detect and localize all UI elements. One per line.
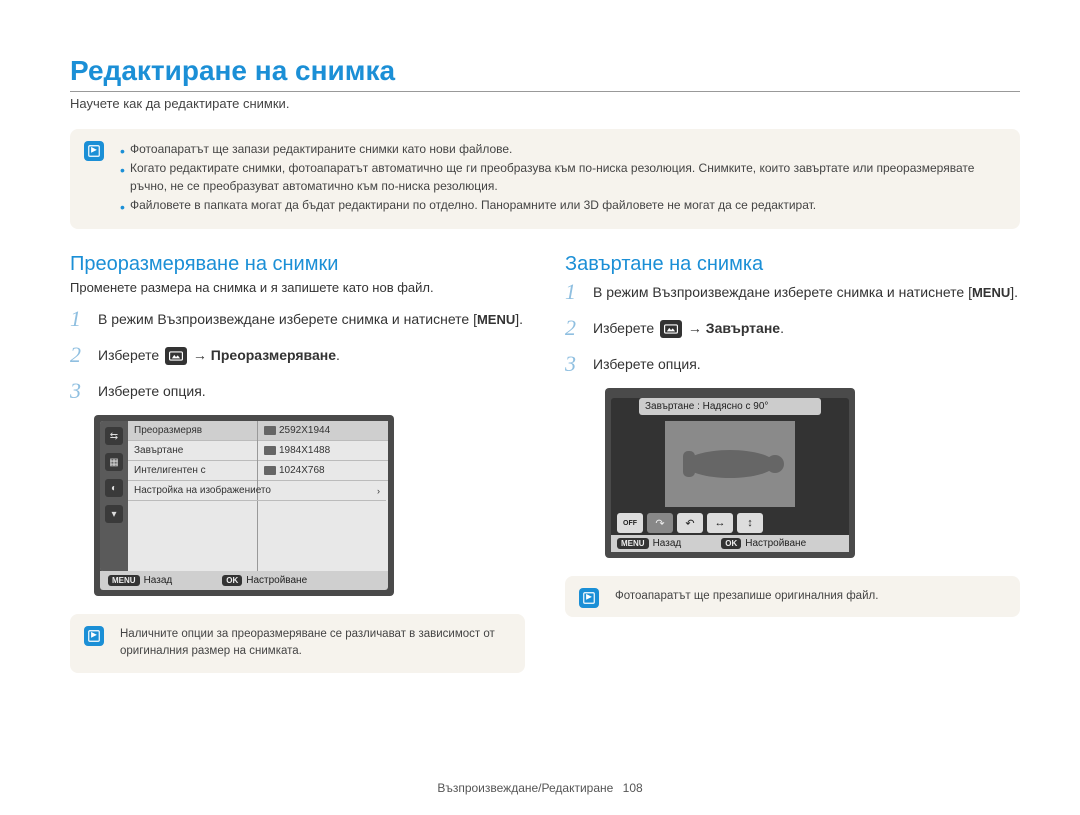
section-title-rotate: Завъртане на снимка [565, 253, 1020, 276]
arrow: → [189, 347, 211, 363]
step-text: Изберете опция. [593, 352, 701, 376]
rotate-header: Завъртане : Надясно с 90° [639, 398, 821, 415]
note-icon [84, 626, 104, 646]
menu-badge: MENU [108, 575, 140, 586]
mock-bottom-bar: MENU Назад OK Настройване [100, 571, 388, 590]
step-num: 2 [565, 316, 583, 340]
step-num: 1 [70, 307, 88, 331]
step-1: 1 В режим Възпроизвеждане изберете снимк… [565, 280, 1020, 304]
step-text: Изберете → Преоразмеряване. [98, 343, 340, 367]
size-item: 1984X1488 [258, 441, 388, 461]
chevron-right-icon: › [377, 486, 380, 496]
step2-bold: Преоразмеряване [211, 347, 336, 363]
step-num: 3 [70, 379, 88, 403]
page-title: Редактиране на снимка [70, 55, 1020, 87]
top-note-item: Когато редактирате снимки, фотоапаратът … [120, 160, 1002, 195]
step1-post: ]. [515, 311, 523, 327]
mock-list: Преоразмеряв Завъртане Интелигентен с На… [128, 421, 388, 571]
menu-item: Преоразмеряв [128, 421, 257, 441]
menu-item: Интелигентен с [128, 461, 257, 481]
rotate-note-box: Фотоапаратът ще презапише оригиналния фа… [565, 576, 1020, 617]
step2-bold: Завъртане [706, 320, 780, 336]
flip-h-button: ↔ [707, 513, 733, 533]
menu-button-label: MENU [477, 312, 515, 327]
size-label: 1984X1488 [279, 445, 330, 456]
arrow: → [684, 320, 706, 336]
page-number: 108 [623, 781, 643, 795]
step-1: 1 В режим Възпроизвеждане изберете снимк… [70, 307, 525, 331]
resolution-icon [264, 466, 276, 475]
mock-bottom-bar: MENU Назад OK Настройване [611, 535, 849, 552]
menu-badge: MENU [617, 538, 649, 549]
note-text: Наличните опции за преоразмеряване се ра… [120, 626, 507, 661]
page-subtitle: Научете как да редактирате снимки. [70, 96, 1020, 111]
step-text: В режим Възпроизвеждане изберете снимка … [98, 307, 523, 331]
flip-v-button: ↕ [737, 513, 763, 533]
mock-sidebar: ⇆ ▦ ◐ ▾ [100, 421, 128, 571]
footer-section: Възпроизвеждане/Редактиране [437, 781, 613, 795]
step1-post: ]. [1010, 284, 1018, 300]
step2-pre: Изберете [98, 347, 163, 363]
size-item: 1024X768 [258, 461, 388, 481]
section-desc-resize: Променете размера на снимка и я запишете… [70, 280, 525, 295]
step-2: 2 Изберете → Завъртане. [565, 316, 1020, 340]
rotate-canvas [611, 419, 849, 509]
step2-post: . [780, 320, 784, 336]
resolution-icon [264, 426, 276, 435]
sidebar-icon: ▾ [105, 505, 123, 523]
left-column: Преоразмеряване на снимки Променете разм… [70, 253, 525, 697]
step-text: Изберете → Завъртане. [593, 316, 784, 340]
note-icon [579, 588, 599, 608]
set-label: Настройване [246, 575, 307, 586]
section-title-resize: Преоразмеряване на снимки [70, 253, 525, 276]
top-note-item: Файловете в папката могат да бъдат редак… [120, 197, 1002, 214]
back-label: Назад [653, 538, 682, 549]
step1-pre: В режим Възпроизвеждане изберете снимка … [98, 311, 477, 327]
edit-icon [165, 347, 187, 365]
top-note-item: Фотоапаратът ще запази редактираните сни… [120, 141, 1002, 158]
step-text: Изберете опция. [98, 379, 206, 403]
note-icon [84, 141, 104, 161]
rotate-toolbar: OFF ↷ ↶ ↔ ↕ [611, 509, 849, 535]
ok-badge: OK [721, 538, 741, 549]
ok-badge: OK [222, 575, 242, 586]
rotate-right-button: ↷ [647, 513, 673, 533]
note-text: Фотоапаратът ще презапише оригиналния фа… [615, 588, 1002, 605]
size-item: 2592X1944 [258, 421, 388, 441]
menu-item: Настройка на изображението › [128, 481, 386, 501]
right-column: Завъртане на снимка 1 В режим Възпроизве… [565, 253, 1020, 697]
resolution-icon [264, 446, 276, 455]
step1-pre: В режим Възпроизвеждане изберете снимка … [593, 284, 972, 300]
menu-item-label: Настройка на изображението [134, 485, 271, 496]
menu-button-label: MENU [972, 285, 1010, 300]
resize-note-box: Наличните опции за преоразмеряване се ра… [70, 614, 525, 673]
step-num: 2 [70, 343, 88, 367]
rotate-menu-mock: Завъртане : Надясно с 90° OFF ↷ ↶ [605, 388, 855, 558]
step-num: 3 [565, 352, 583, 376]
page-footer: Възпроизвеждане/Редактиране 108 [0, 781, 1080, 795]
rotate-preview-image [665, 421, 795, 507]
size-label: 2592X1944 [279, 425, 330, 436]
rotate-left-button: ↶ [677, 513, 703, 533]
title-underline [70, 91, 1020, 92]
resize-menu-mock: ⇆ ▦ ◐ ▾ Преоразмеряв Завъртане Интелиген… [94, 415, 394, 596]
top-note-box: Фотоапаратът ще запази редактираните сни… [70, 129, 1020, 229]
sidebar-icon: ▦ [105, 453, 123, 471]
sidebar-icon: ⇆ [105, 427, 123, 445]
step2-post: . [336, 347, 340, 363]
size-label: 1024X768 [279, 465, 325, 476]
set-label: Настройване [745, 538, 806, 549]
step-text: В режим Възпроизвеждане изберете снимка … [593, 280, 1018, 304]
edit-icon [660, 320, 682, 338]
rotate-off-button: OFF [617, 513, 643, 533]
step-3: 3 Изберете опция. [70, 379, 525, 403]
step-num: 1 [565, 280, 583, 304]
sidebar-icon: ◐ [105, 479, 123, 497]
back-label: Назад [144, 575, 173, 586]
menu-item: Завъртане [128, 441, 257, 461]
step-2: 2 Изберете → Преоразмеряване. [70, 343, 525, 367]
step-3: 3 Изберете опция. [565, 352, 1020, 376]
step2-pre: Изберете [593, 320, 658, 336]
